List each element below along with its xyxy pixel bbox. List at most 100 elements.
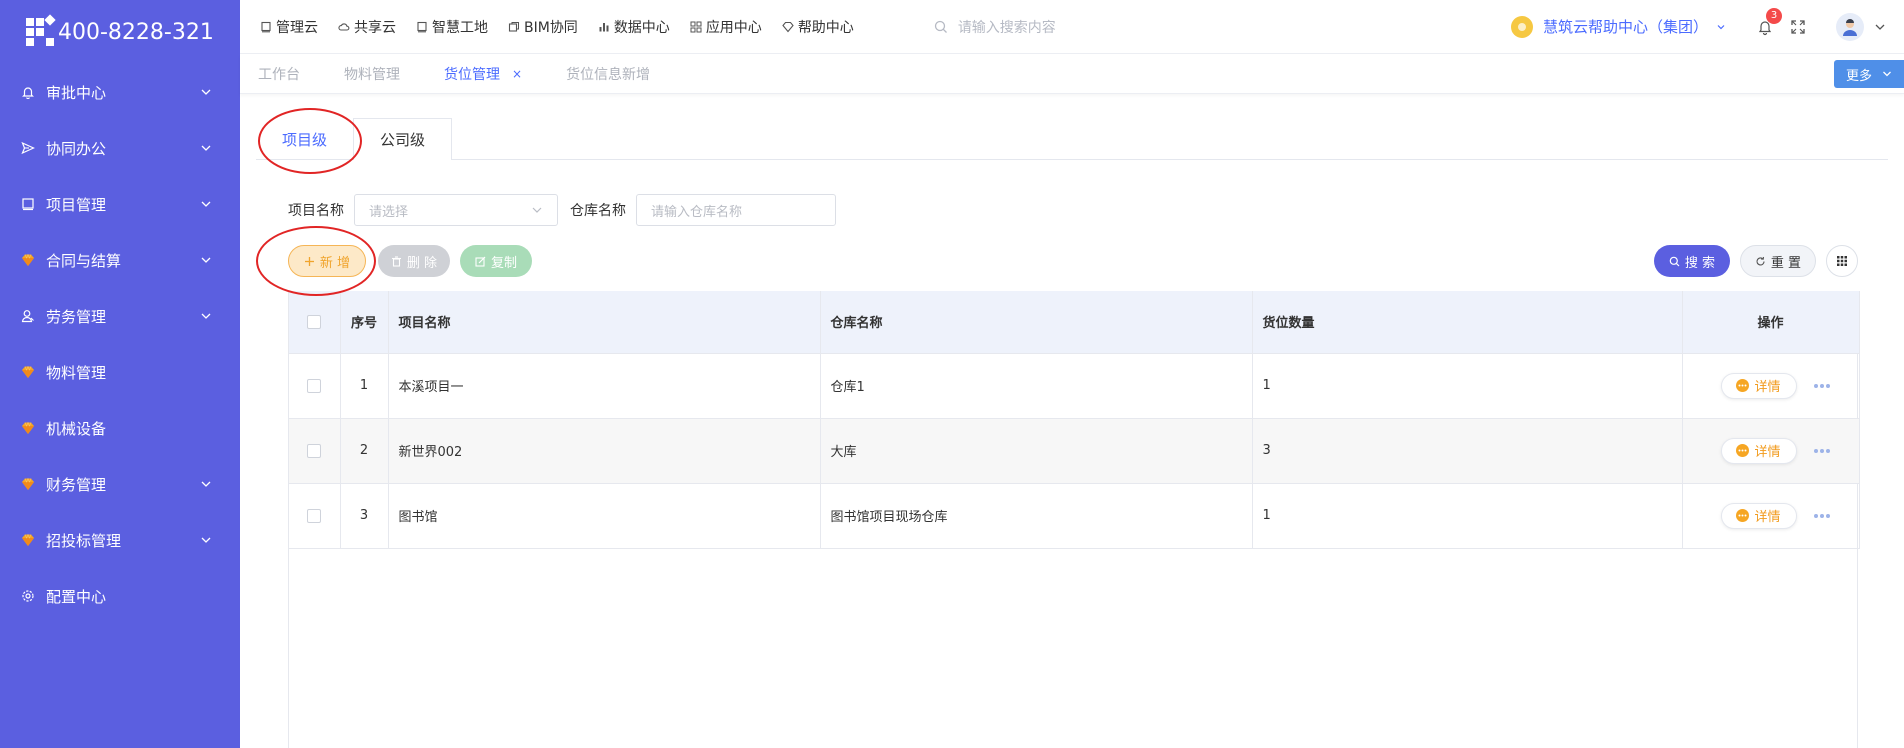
gem-icon	[20, 532, 36, 548]
table-row[interactable]: 1 本溪项目一 仓库1 1 详情	[289, 353, 1860, 419]
gear-icon	[20, 588, 36, 604]
sidebar-item-label: 财务管理	[46, 475, 107, 494]
detail-button[interactable]: 详情	[1720, 437, 1797, 464]
sidebar-item-7[interactable]: 机械设备	[0, 400, 240, 456]
detail-label: 详情	[1754, 510, 1781, 525]
sidebar-item-label: 协同办公	[46, 139, 107, 158]
table-row[interactable]: 2 新世界002 大库 3 详情	[289, 418, 1860, 484]
notification-button[interactable]: 3	[1756, 7, 1782, 36]
tab-project-level[interactable]: 项目级	[256, 118, 353, 160]
cell-location-count: 3	[1252, 418, 1683, 484]
sidebar-item-5[interactable]: 劳务管理	[0, 288, 240, 344]
page-tab-label: 物料管理	[344, 66, 400, 83]
bar-chart-icon	[598, 21, 610, 33]
fullscreen-icon[interactable]	[1790, 19, 1806, 35]
warehouse-name-input[interactable]: 请输入仓库名称	[636, 194, 836, 226]
more-circle-icon	[1736, 444, 1750, 457]
top-nav-item-6[interactable]: 应用中心	[690, 17, 762, 37]
table-body: 1 本溪项目一 仓库1 1 详情 2 新世界002 大库 3 详情 3 图书馆 图书馆项目现场仓库 1 详情	[289, 353, 1860, 549]
search-icon	[934, 20, 947, 33]
more-dots-icon[interactable]	[1813, 448, 1831, 454]
tab-company-level[interactable]: 公司级	[353, 118, 453, 160]
sidebar-item-4[interactable]: 合同与结算	[0, 232, 240, 288]
table-row[interactable]: 3 图书馆 图书馆项目现场仓库 1 详情	[289, 483, 1860, 549]
table-header-row: 序号 项目名称 仓库名称 货位数量 操作	[289, 291, 1860, 354]
more-label: 更多	[1845, 68, 1872, 84]
reset-button[interactable]: 重 置	[1740, 245, 1816, 277]
column-settings-button[interactable]	[1826, 245, 1858, 277]
delete-button[interactable]: 删 除	[378, 245, 450, 277]
chevron-down-icon	[201, 313, 211, 319]
sidebar-item-3[interactable]: 项目管理	[0, 176, 240, 232]
more-circle-icon	[1736, 379, 1750, 392]
sidebar-item-label: 项目管理	[46, 195, 107, 214]
more-dots-icon[interactable]	[1813, 513, 1831, 519]
add-button[interactable]: 新 增	[288, 245, 366, 277]
notification-count-badge: 3	[1766, 7, 1782, 24]
row-select-cell[interactable]	[289, 483, 341, 549]
search-button[interactable]: 搜 索	[1654, 245, 1730, 277]
sidebar-item-2[interactable]: 协同办公	[0, 120, 240, 176]
top-nav-item-4[interactable]: BIM协同	[508, 17, 578, 37]
cell-project-name: 新世界002	[388, 418, 821, 484]
top-nav-item-3[interactable]: 智慧工地	[416, 17, 488, 37]
header-project-name[interactable]: 项目名称	[388, 291, 821, 354]
chevron-down-icon	[201, 537, 211, 543]
page-tab-1[interactable]: 工作台	[258, 64, 300, 84]
top-nav-item-5[interactable]: 数据中心	[598, 17, 670, 37]
sidebar-item-1[interactable]: 审批中心	[0, 64, 240, 120]
header-operations: 操作	[1682, 291, 1860, 354]
detail-button[interactable]: 详情	[1720, 502, 1797, 529]
top-nav-label: 应用中心	[705, 19, 762, 36]
top-nav-label: 共享云	[354, 19, 396, 36]
top-nav-item-1[interactable]: 管理云	[260, 17, 318, 37]
logo[interactable]: 400-8228-321	[0, 0, 240, 64]
row-checkbox[interactable]	[307, 443, 322, 458]
top-nav-item-2[interactable]: 共享云	[338, 17, 396, 37]
logo-icon	[24, 14, 56, 48]
chevron-down-icon	[201, 257, 211, 263]
close-tab-icon[interactable]: ×	[512, 67, 522, 81]
detail-label: 详情	[1754, 445, 1781, 460]
chevron-down-icon	[1717, 24, 1725, 29]
select-all-checkbox[interactable]	[307, 314, 322, 329]
page-tab-4[interactable]: 货位信息新增	[566, 64, 650, 84]
sidebar-item-8[interactable]: 财务管理	[0, 456, 240, 512]
chevron-down-icon	[201, 201, 211, 207]
detail-label: 详情	[1754, 380, 1781, 395]
chevron-down-icon	[1883, 71, 1891, 77]
avatar[interactable]	[1836, 12, 1864, 41]
more-dots-icon[interactable]	[1813, 383, 1831, 389]
detail-button[interactable]: 详情	[1720, 372, 1797, 399]
chevron-down-icon[interactable]	[1874, 21, 1886, 33]
row-select-cell[interactable]	[289, 418, 341, 484]
page-tab-3[interactable]: 货位管理 ×	[444, 64, 522, 84]
cell-operations: 详情	[1682, 483, 1860, 549]
sidebar-item-6[interactable]: 物料管理	[0, 344, 240, 400]
search-label: 搜 索	[1684, 255, 1716, 271]
cell-warehouse-name: 大库	[820, 418, 1253, 484]
send-icon	[20, 140, 36, 156]
page-tab-2[interactable]: 物料管理	[344, 64, 400, 84]
more-button[interactable]: 更多	[1834, 60, 1904, 88]
header-location-count[interactable]: 货位数量	[1252, 291, 1683, 354]
org-switcher[interactable]: 慧筑云帮助中心（集团）	[1510, 15, 1726, 38]
project-name-select[interactable]: 请选择	[354, 194, 558, 226]
copy-button[interactable]: 复制	[460, 245, 532, 277]
row-checkbox[interactable]	[307, 508, 322, 523]
cell-location-count: 1	[1252, 483, 1683, 549]
org-badge-icon	[1510, 15, 1533, 38]
book-icon	[260, 21, 272, 33]
project-name-label: 项目名称	[288, 203, 344, 219]
sidebar-item-10[interactable]: 配置中心	[0, 568, 240, 624]
select-all-cell[interactable]	[289, 291, 341, 354]
global-search[interactable]: 请输入搜索内容	[934, 17, 1056, 37]
header-warehouse-name[interactable]: 仓库名称	[820, 291, 1253, 354]
top-nav-item-7[interactable]: 帮助中心	[782, 17, 854, 37]
row-checkbox[interactable]	[307, 378, 322, 393]
sidebar-item-9[interactable]: 招投标管理	[0, 512, 240, 568]
gem-icon	[20, 364, 36, 380]
page-tab-label: 工作台	[258, 66, 300, 83]
chevron-down-icon	[201, 481, 211, 487]
row-select-cell[interactable]	[289, 353, 341, 419]
